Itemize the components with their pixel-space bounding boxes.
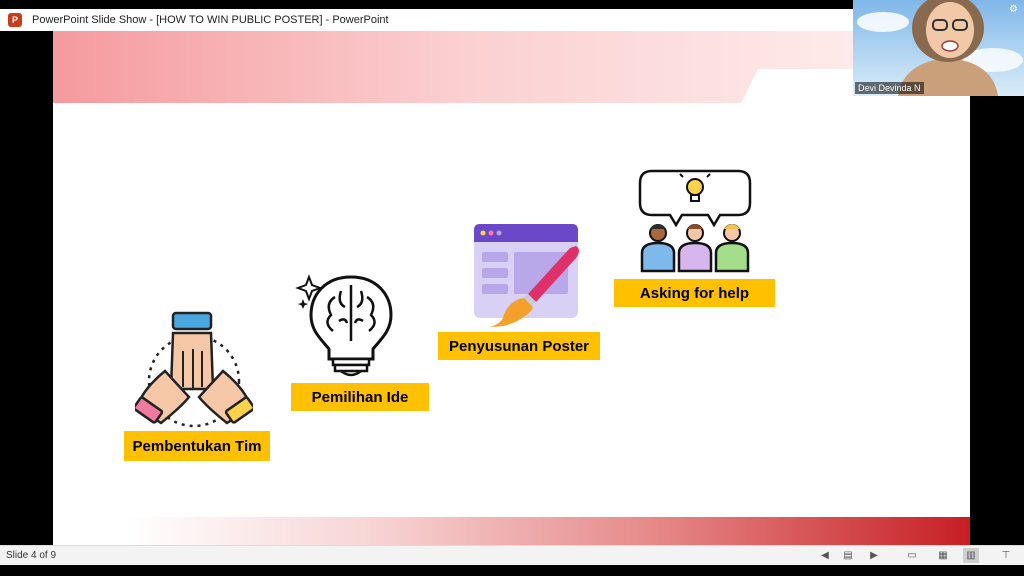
people-discussion-icon — [638, 169, 752, 273]
top-decor-band — [53, 31, 970, 103]
slide-show-icon[interactable]: ⊤ — [998, 548, 1014, 563]
normal-view-icon[interactable]: ▭ — [904, 548, 920, 563]
slide-sorter-icon[interactable]: ▦ — [935, 548, 951, 563]
bottom-decor-band — [53, 517, 970, 545]
previous-slide-icon[interactable]: ◀ — [817, 548, 833, 563]
label-pembentukan-tim: Pembentukan Tim — [124, 431, 270, 461]
webcam-video[interactable]: ⚙ Devi Devinda N — [853, 0, 1024, 96]
label-asking-for-help: Asking for help — [614, 279, 775, 307]
paint-brush-window-icon — [474, 224, 579, 327]
brain-lightbulb-icon — [295, 274, 393, 377]
slide-counter: Slide 4 of 9 — [6, 550, 57, 561]
powerpoint-icon: P — [8, 13, 22, 27]
label-pemilihan-ide: Pemilihan Ide — [291, 383, 429, 411]
participant-name: Devi Devinda N — [855, 82, 924, 94]
slide-navigator-icon[interactable]: ▤ — [840, 548, 856, 563]
status-bar: Slide 4 of 9 ◀ ▤ ▶ ▭ ▦ ▥ ⊤ — [0, 545, 1024, 565]
slide-canvas[interactable]: Pembentukan Tim Pemilihan Ide Penyusunan… — [53, 31, 970, 545]
hands-teamwork-icon — [135, 311, 253, 428]
window-title: PowerPoint Slide Show - [HOW TO WIN PUBL… — [32, 14, 389, 26]
label-penyusunan-poster: Penyusunan Poster — [438, 332, 600, 360]
reading-view-icon[interactable]: ▥ — [963, 548, 979, 563]
settings-icon[interactable]: ⚙ — [1009, 4, 1018, 15]
next-slide-icon[interactable]: ▶ — [866, 548, 882, 563]
